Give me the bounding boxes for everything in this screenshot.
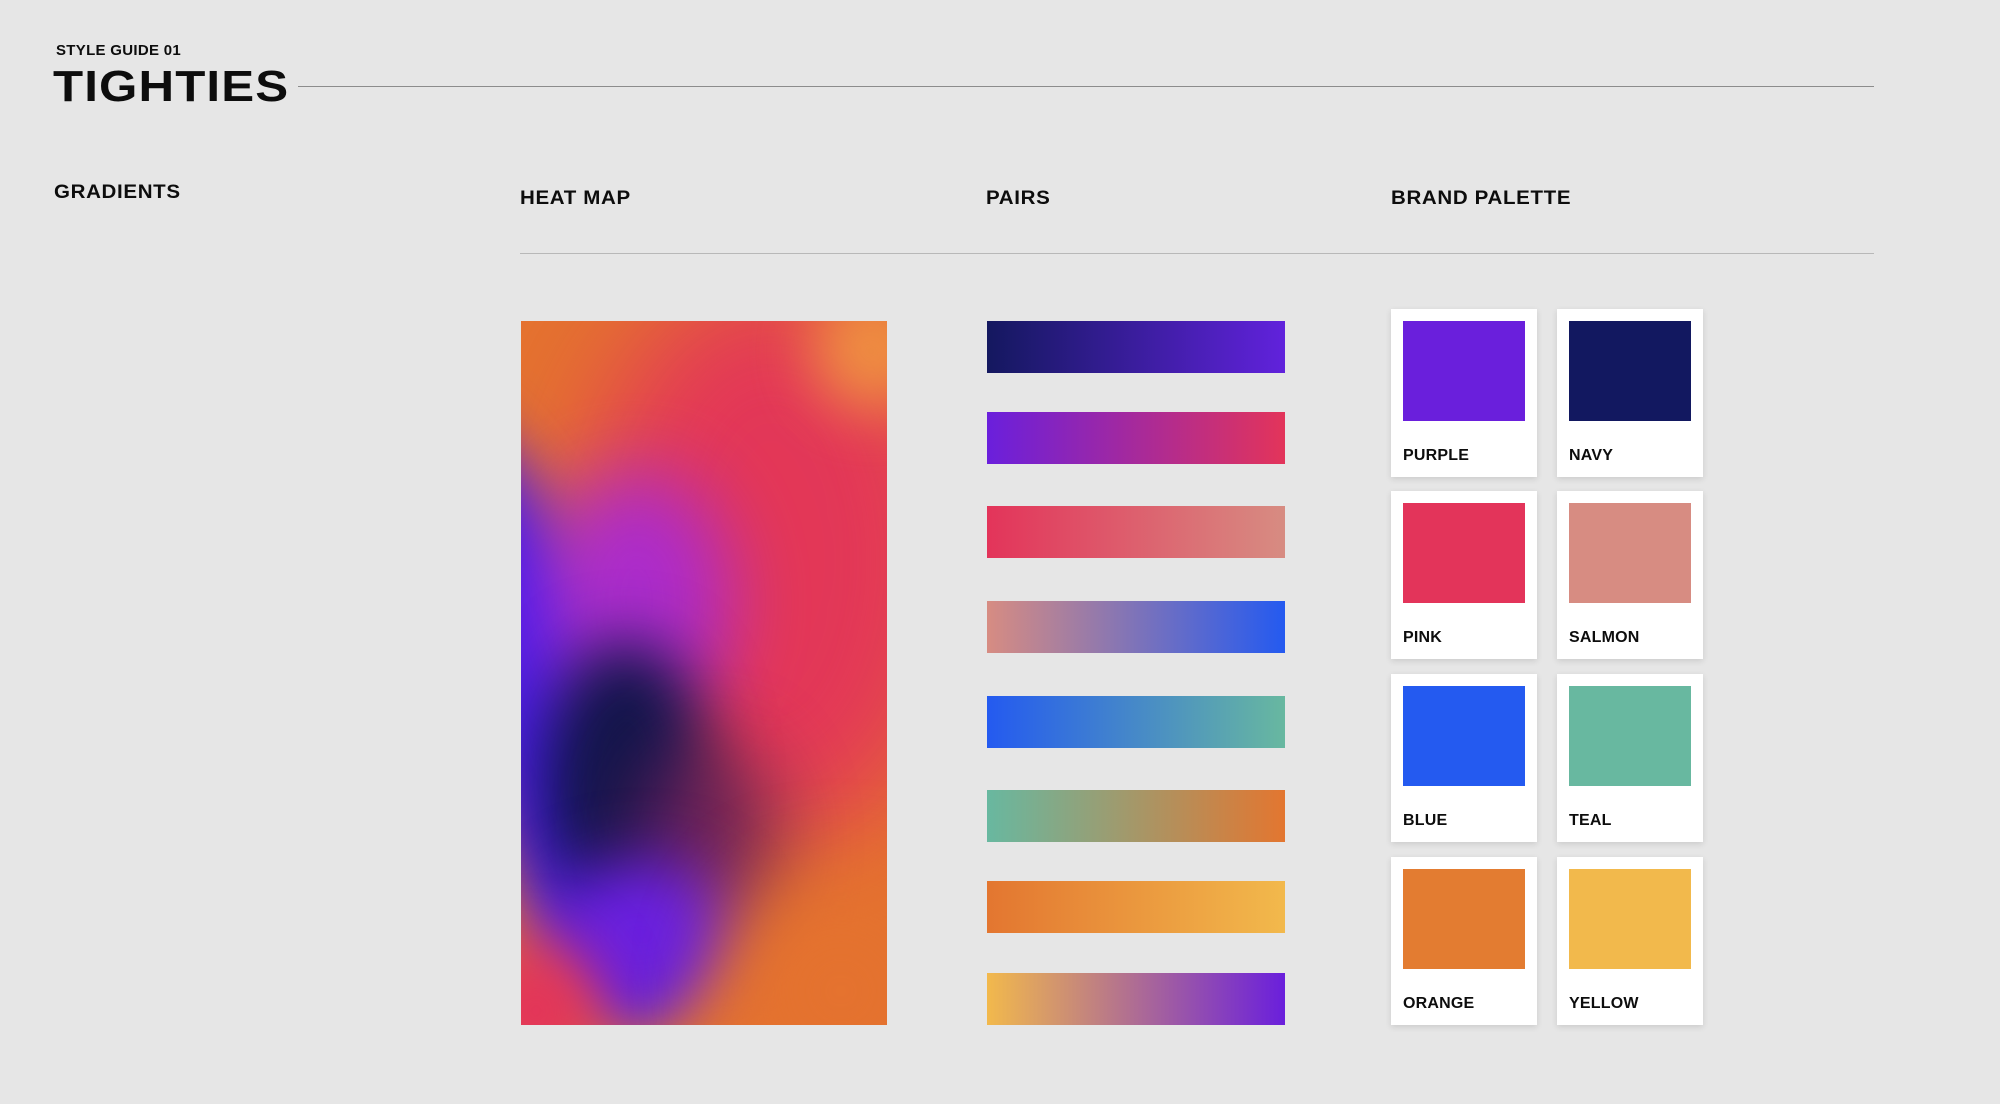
- pair-gradient-bar: [987, 973, 1285, 1025]
- swatch-name: NAVY: [1569, 447, 1614, 464]
- swatch-card: PURPLE: [1391, 309, 1537, 477]
- color-swatch: [1403, 321, 1525, 421]
- pair-gradient-bar: [987, 881, 1285, 933]
- color-swatch: [1569, 686, 1691, 786]
- swatch-card: SALMON: [1557, 491, 1703, 659]
- pair-gradient-bar: [987, 321, 1285, 373]
- page-title: TIGHTIES: [53, 62, 290, 111]
- swatch-name: PINK: [1403, 629, 1443, 646]
- color-swatch: [1403, 503, 1525, 603]
- section-divider: [520, 253, 1874, 254]
- swatch-name: PURPLE: [1403, 447, 1470, 464]
- header-divider: [298, 86, 1874, 87]
- swatch-card: ORANGE: [1391, 857, 1537, 1025]
- pair-gradient-bar: [987, 412, 1285, 464]
- color-swatch: [1569, 321, 1691, 421]
- swatch-name: BLUE: [1403, 812, 1448, 829]
- swatch-card: TEAL: [1557, 674, 1703, 842]
- pair-gradient-bar: [987, 506, 1285, 558]
- gradients-section-label: GRADIENTS: [54, 182, 181, 203]
- pair-gradient-bar: [987, 696, 1285, 748]
- pairs-heading: PAIRS: [986, 188, 1051, 209]
- pair-gradient-bar: [987, 790, 1285, 842]
- swatch-name: TEAL: [1569, 812, 1612, 829]
- color-swatch: [1403, 686, 1525, 786]
- heat-map-gradient: [521, 321, 887, 1025]
- heat-map-heading: HEAT MAP: [520, 188, 631, 209]
- swatch-name: YELLOW: [1569, 995, 1639, 1012]
- brand-palette-heading: BRAND PALETTE: [1391, 188, 1572, 209]
- swatch-card: YELLOW: [1557, 857, 1703, 1025]
- color-swatch: [1569, 869, 1691, 969]
- swatch-card: BLUE: [1391, 674, 1537, 842]
- swatch-card: NAVY: [1557, 309, 1703, 477]
- style-guide-subtitle: STYLE GUIDE 01: [56, 42, 182, 59]
- color-swatch: [1569, 503, 1691, 603]
- color-swatch: [1403, 869, 1525, 969]
- swatch-card: PINK: [1391, 491, 1537, 659]
- swatch-name: ORANGE: [1403, 995, 1475, 1012]
- swatch-name: SALMON: [1569, 629, 1640, 646]
- pair-gradient-bar: [987, 601, 1285, 653]
